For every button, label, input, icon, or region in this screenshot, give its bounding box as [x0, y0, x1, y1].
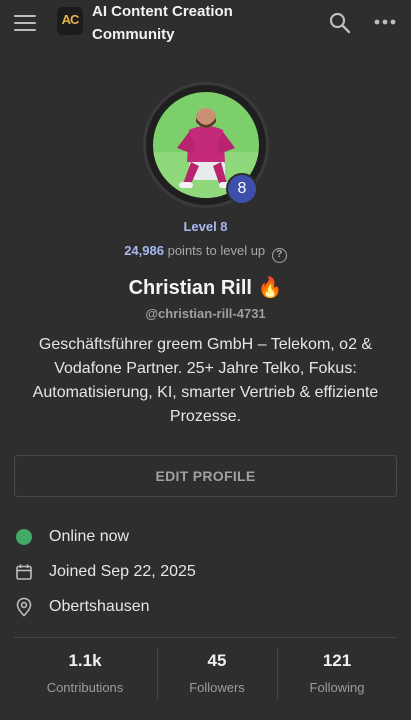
stat-label: Contributions	[46, 680, 124, 695]
level-badge: 8	[226, 173, 258, 205]
profile-name: Christian Rill 🔥	[128, 277, 283, 299]
stat-following[interactable]: 121 Following	[273, 647, 401, 701]
edit-profile-button[interactable]: EDIT PROFILE	[14, 455, 397, 497]
points-to-level: 24,986 points to level up ?	[0, 243, 411, 263]
location-pin-icon	[14, 597, 34, 617]
joined-date: Joined Sep 22, 2025	[49, 563, 196, 580]
level-label: Level 8	[183, 219, 228, 234]
joined-row: Joined Sep 22, 2025	[14, 561, 394, 583]
stat-followers[interactable]: 45 Followers	[153, 647, 281, 701]
stat-label: Followers	[189, 680, 245, 695]
calendar-icon	[14, 562, 34, 582]
menu-icon[interactable]	[14, 12, 38, 32]
profile-bio: Geschäftsführer greem GmbH – Telekom, o2…	[32, 336, 379, 425]
stat-value: 121	[322, 651, 352, 670]
online-status-row: Online now	[14, 526, 394, 548]
community-logo[interactable]: AC	[57, 7, 83, 35]
profile-page: AC AI Content Creation Community 8 Level…	[0, 0, 411, 720]
stat-value: 1.1k	[68, 651, 102, 670]
community-title[interactable]: AI Content Creation Community	[92, 0, 292, 46]
search-icon[interactable]	[328, 11, 352, 35]
top-bar: AC AI Content Creation Community	[0, 0, 411, 46]
online-status: Online now	[49, 528, 130, 545]
stat-value: 45	[207, 651, 227, 670]
location: Obertshausen	[49, 598, 150, 615]
location-row: Obertshausen	[14, 596, 394, 618]
online-dot-icon	[14, 527, 34, 547]
stat-label: Following	[309, 680, 365, 695]
points-value: 24,986	[124, 243, 164, 258]
stat-contributions[interactable]: 1.1k Contributions	[21, 647, 149, 701]
profile-handle: @christian-rill-4731	[145, 306, 266, 321]
help-icon[interactable]: ?	[271, 248, 287, 263]
logo-monogram: AC	[61, 11, 80, 27]
divider	[14, 637, 397, 638]
points-suffix: points to level up	[167, 243, 266, 258]
more-options-icon[interactable]	[373, 14, 397, 30]
